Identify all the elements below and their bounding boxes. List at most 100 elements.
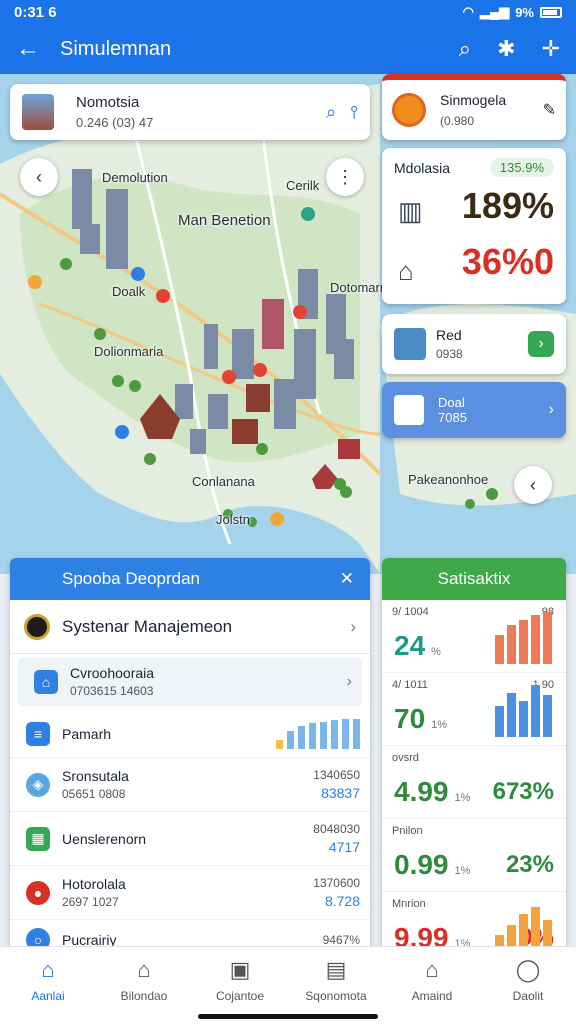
settings-icon[interactable]: ✛ (542, 36, 560, 62)
chevron-right-icon[interactable]: › (347, 673, 352, 691)
battery-percent: 9% (515, 4, 534, 20)
list-item[interactable]: ● Hotorolala 2697 1027 1370600 8.728 (10, 866, 370, 920)
stat-row[interactable]: Pnilon 0.99 1% 23% (382, 819, 566, 892)
list-item-value: 1340650 (313, 768, 360, 782)
list-item[interactable]: ○ Pucrairiy 9467% (10, 920, 370, 946)
nav-item-bilondao[interactable]: ⌂ Bilondao (96, 947, 192, 1024)
chevron-right-icon[interactable]: › (350, 617, 356, 637)
stat-row[interactable]: 4/ 1011 1 90 70 1% (382, 673, 566, 746)
stat-bar (519, 619, 528, 664)
stat-bar (543, 695, 552, 737)
chevron-left-icon[interactable]: ‹ (514, 466, 552, 504)
list-item-title: Uenslerenorn (62, 830, 147, 847)
statistics-panel: Satisaktix 9/ 10049824%4/ 10111 90701% ov… (382, 558, 566, 946)
stat-bar (543, 612, 552, 664)
map-label-man-benetion: Man Benetion (178, 212, 271, 229)
stat-value: 0.99 1% (394, 849, 471, 880)
stat-bar (531, 685, 540, 737)
search-icon[interactable]: ⌕ (326, 102, 336, 123)
home-indicator[interactable] (198, 1014, 378, 1019)
list-item[interactable]: ≡ Pamarh (10, 710, 370, 758)
building-icon: ▥ (398, 196, 423, 226)
stat-value: 70 1% (394, 703, 448, 734)
nav-label: Bilondao (120, 989, 168, 1003)
more-vertical-icon[interactable]: ⋮ (326, 158, 364, 196)
nav-item-sqonomota[interactable]: ▤ Sqonomota (288, 947, 384, 1024)
panel-title: Spooba Deoprdan (62, 569, 201, 588)
stat-caption: Pnilon (392, 825, 423, 837)
map-label-demolution: Demolution (102, 170, 168, 185)
red-widget[interactable]: Red 0938 › (382, 314, 566, 374)
location-card[interactable]: Nomotsia 0.246 (03) 47 ⌕ ⫯ (10, 84, 370, 140)
list-item-title: Cvroohooraia (70, 665, 155, 681)
bottom-navigation: ⌂ Aanlai ⌂ Bilondao ▣ Cojantoe ▤ Sqonomo… (0, 946, 576, 1024)
nav-item-amaind[interactable]: ⌂ Amaind (384, 947, 480, 1024)
stat-value: 24% (394, 630, 441, 661)
home-icon: ⌂ (34, 669, 58, 694)
chevron-right-icon[interactable]: › (549, 401, 554, 419)
nav-item-aanlai[interactable]: ⌂ Aanlai (0, 947, 96, 1024)
stat-value: 4.99 1% (394, 776, 471, 807)
stat-bar (507, 924, 516, 946)
map-label-conlanana: Conlanana (192, 474, 255, 489)
close-icon[interactable]: ✕ (340, 569, 354, 589)
doal-subtitle: 7085 (438, 410, 467, 425)
app-title: Simulemnan (60, 37, 172, 60)
statistics-title: Satisaktix (382, 558, 566, 600)
stat-bar-chart (495, 904, 552, 946)
stat-row[interactable]: ovsrd 4.99 1% 673% (382, 746, 566, 819)
nav-label: Amaind (411, 989, 453, 1003)
house-icon: ⌂ (398, 256, 414, 286)
shield-icon: ◈ (26, 772, 50, 797)
stat-bar-chart (495, 685, 552, 737)
list-item-title: Pucrairiy (62, 932, 117, 946)
stat-bar (495, 705, 504, 737)
list-item[interactable]: ⌂ Cvroohooraia 0703615 14603 › (18, 658, 362, 706)
briefcase-icon: ▣ (229, 957, 251, 982)
logo-icon (24, 613, 50, 640)
alert-widget[interactable]: Sinmogela (0.980 ✎ (382, 74, 566, 140)
panel-subheader[interactable]: Systenar Manajemeon › (10, 600, 370, 654)
list-item-subtitle: 2697 1027 (62, 895, 119, 909)
search-icon[interactable]: ⌕ (459, 36, 471, 62)
alert-subtitle: (0.980 (440, 114, 475, 128)
pin-icon[interactable]: ⫯ (350, 102, 358, 123)
list-item-value-accent: 4717 (328, 839, 360, 855)
list-item-value-accent: 8.728 (324, 893, 360, 909)
edit-icon[interactable]: ✎ (543, 100, 556, 120)
status-right: ◠ ▂▄▆ 9% (463, 4, 562, 20)
stat-row[interactable]: 9/ 10049824% (382, 600, 566, 673)
stat-caption: ovsrd (392, 752, 419, 764)
circle-icon: ○ (26, 928, 50, 946)
stat-bar (495, 935, 504, 946)
star-icon[interactable]: ✱ (497, 36, 515, 62)
wifi-icon: ◠ (462, 4, 474, 19)
list-item[interactable]: ◈ Sronsutala 05651 0808 1340650 83837 (10, 758, 370, 812)
list-item-subtitle: 05651 0808 (62, 787, 126, 801)
nav-item-cojantoe[interactable]: ▣ Cojantoe (192, 947, 288, 1024)
stat-bar (507, 692, 516, 737)
nav-label: Aanlai (31, 989, 65, 1003)
list-item-value: 8048030 (313, 822, 360, 836)
arrow-back-icon[interactable]: ← (16, 35, 40, 63)
map-label-pakeanonhoe: Pakeanonhoe (408, 472, 489, 487)
alert-title: Sinmogela (440, 92, 507, 108)
stat-percent: 23% (505, 851, 554, 878)
list-item[interactable]: ▦ Uenslerenorn 8048030 4717 (10, 812, 370, 866)
map-label-dolionmaria: Dolionmaria (94, 344, 164, 359)
stat-row[interactable]: Mnrion9.991%0% (382, 892, 566, 946)
map-label-jolstn: Jolstn (216, 512, 250, 527)
status-bar: 0:31 6 ◠ ▂▄▆ 9% (0, 0, 576, 24)
grid-icon: ▦ (26, 826, 50, 851)
chevron-right-icon[interactable]: › (528, 331, 554, 357)
panel-subtitle: Systenar Manajemeon (62, 616, 233, 636)
nav-item-daolit[interactable]: ◯ Daolit (480, 947, 576, 1024)
map-label-doalk: Doalk (112, 284, 146, 299)
metrics-label: Mdolasia (394, 159, 451, 176)
doal-widget[interactable]: Doal 7085 › (382, 382, 566, 438)
stat-bar (495, 635, 504, 664)
chevron-left-icon[interactable]: ‹ (20, 158, 58, 196)
signal-icon: ▂▄▆ (479, 4, 510, 19)
stat-bar (507, 625, 516, 664)
orange-badge-icon (392, 93, 426, 127)
